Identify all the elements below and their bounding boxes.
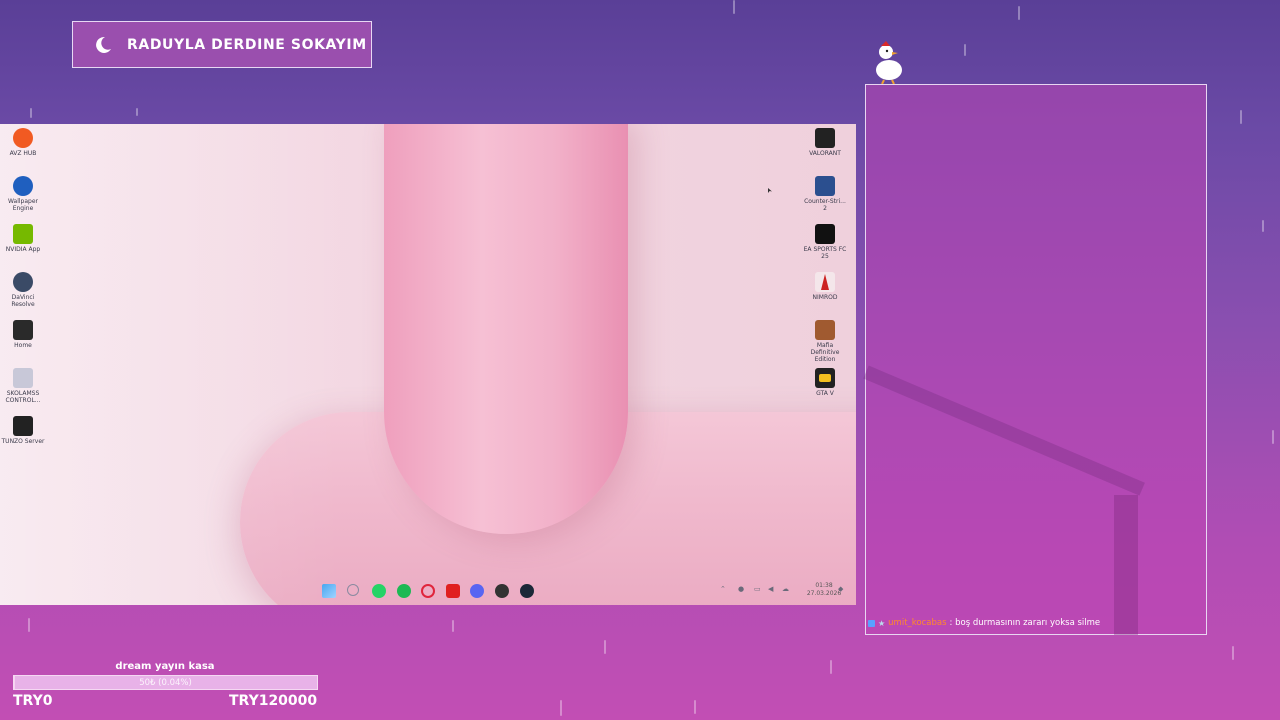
- microphone-icon[interactable]: ●: [738, 585, 744, 593]
- server-app-icon: [13, 416, 33, 436]
- whatsapp-icon[interactable]: [372, 584, 386, 598]
- chat-panel: [863, 84, 1207, 635]
- desktop-icon-home[interactable]: Home: [0, 320, 46, 349]
- chat-text: : boş durmasının zararı yoksa silme: [949, 618, 1101, 628]
- desktop-icon-gta[interactable]: GTA V: [802, 368, 848, 397]
- donation-goal-max: TRY120000: [229, 693, 318, 709]
- ea-sports-icon: [815, 224, 835, 244]
- lightning-app-icon: [13, 128, 33, 148]
- desktop-icon-counter-strike[interactable]: Counter-Stri... 2: [802, 176, 848, 212]
- chat-message: ★ umit_kocabas : boş durmasının zararı y…: [868, 618, 1100, 628]
- obs-icon[interactable]: [495, 584, 509, 598]
- davinci-icon: [13, 272, 33, 292]
- taskbar-clock[interactable]: 01:38 27.03.2026: [806, 582, 842, 598]
- volume-icon[interactable]: ◀: [768, 585, 773, 593]
- desktop-icon-nimrod[interactable]: NIMROD: [802, 272, 848, 301]
- crescent-moon-icon: [96, 36, 111, 53]
- opera-icon[interactable]: [421, 584, 435, 598]
- wallpaper-engine-icon: [13, 176, 33, 196]
- stream-title: RADUYLA DERDINE SOKAYIM: [127, 36, 367, 53]
- donation-goal-progress: 50₺ (0.04%): [139, 678, 192, 688]
- nimrod-icon: [815, 272, 835, 292]
- desktop-icon-valorant[interactable]: VALORANT: [802, 128, 848, 157]
- mafia-icon: [815, 320, 835, 340]
- desktop-icon-server[interactable]: TUNZO Server: [0, 416, 46, 445]
- search-icon[interactable]: [347, 584, 359, 596]
- valorant-icon: [815, 128, 835, 148]
- desktop-icon-wallpaper-engine[interactable]: Wallpaper Engine: [0, 176, 46, 212]
- desktop-icon-ea-sports[interactable]: EA SPORTS FC 25: [802, 224, 848, 260]
- desktop-icon-davinci-resolve[interactable]: DaVinci Resolve: [0, 272, 46, 308]
- clock-time: 01:38: [815, 582, 833, 589]
- chat-badge-icon: [868, 619, 875, 627]
- control-app-icon: [13, 368, 33, 388]
- clock-date: 27.03.2026: [806, 590, 842, 597]
- youtube-icon[interactable]: [446, 584, 460, 598]
- discord-icon[interactable]: [470, 584, 484, 598]
- desktop-icon-nvidia-app[interactable]: NVIDIA App: [0, 224, 46, 253]
- donation-goal-bar: 50₺ (0.04%): [13, 675, 318, 690]
- tray-expand-icon[interactable]: ⌃: [720, 585, 726, 593]
- desktop-icon-mafia[interactable]: Mafia Definitive Edition: [802, 320, 848, 363]
- desktop-icon-avz-hub[interactable]: AVZ HUB: [0, 128, 46, 157]
- home-app-icon: [13, 320, 33, 340]
- spotify-icon[interactable]: [397, 584, 411, 598]
- desktop-capture: [0, 124, 856, 605]
- chat-username: umit_kocabas: [888, 618, 947, 628]
- notification-bell-icon[interactable]: ◆: [838, 585, 843, 593]
- star-badge-icon: ★: [878, 618, 886, 628]
- steam-icon[interactable]: [520, 584, 534, 598]
- cloud-icon[interactable]: ☁: [782, 585, 789, 593]
- gta-icon: [815, 368, 835, 388]
- duck-mascot-icon: [876, 41, 902, 84]
- donation-goal-min: TRY0: [13, 693, 53, 709]
- desktop-icon-control[interactable]: SKOLAMSS CONTROL...: [0, 368, 46, 404]
- counter-strike-icon: [815, 176, 835, 196]
- stream-title-banner: RADUYLA DERDINE SOKAYIM: [72, 21, 372, 68]
- network-icon[interactable]: ▭: [754, 585, 761, 593]
- windows-start-icon[interactable]: [322, 584, 336, 598]
- nvidia-icon: [13, 224, 33, 244]
- donation-goal-title: dream yayın kasa: [115, 661, 215, 672]
